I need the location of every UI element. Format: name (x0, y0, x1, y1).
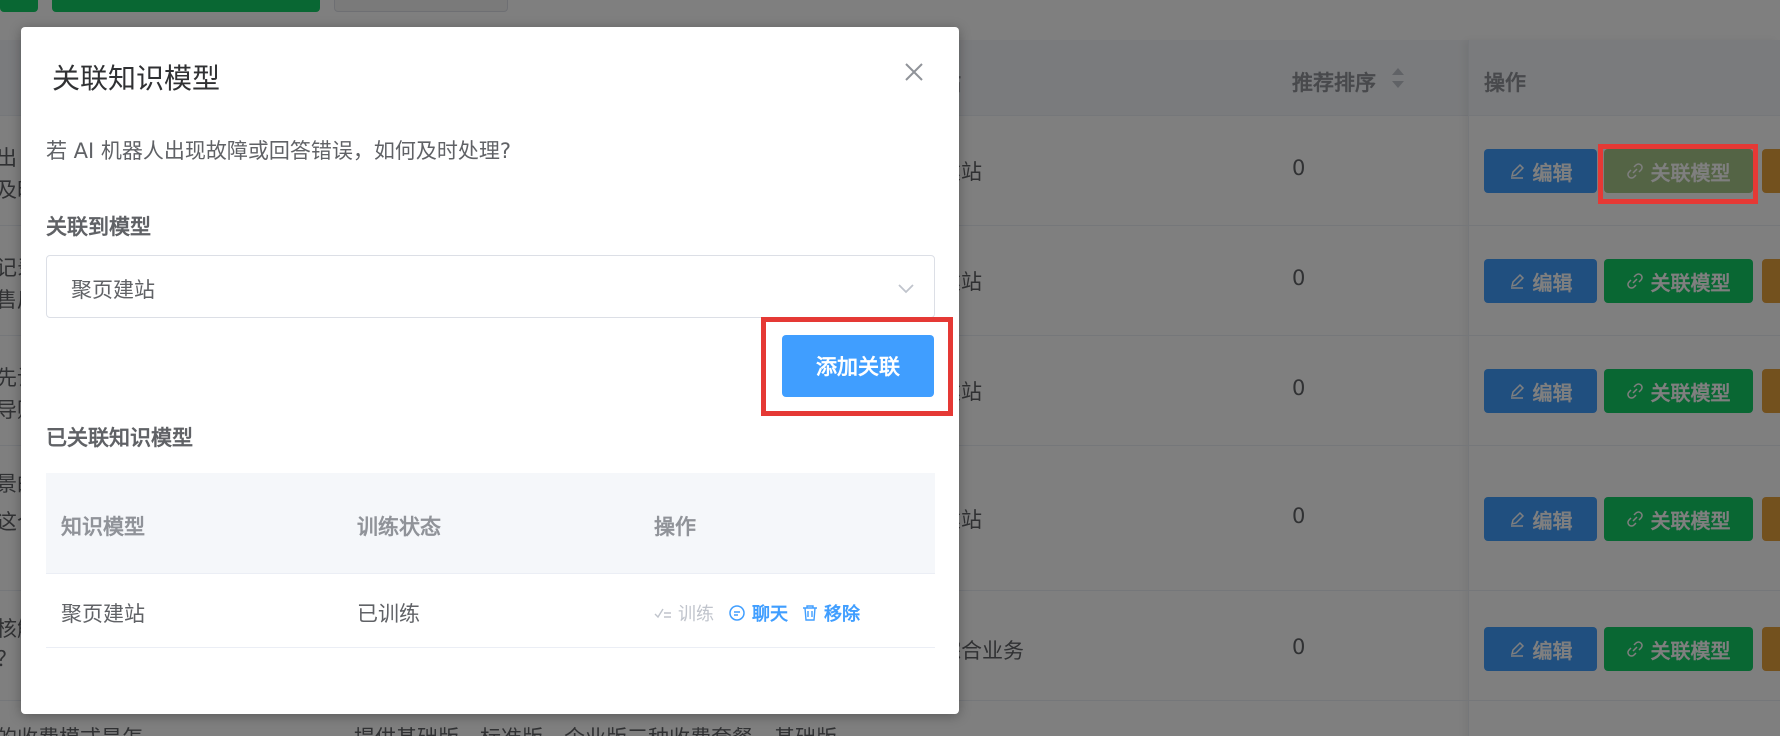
remove-action[interactable]: 移除 (802, 600, 860, 626)
chat-action[interactable]: 聊天 (728, 600, 788, 626)
linked-models-table: 知识模型 训练状态 操作 聚页建站 已训练 训练 聊天 移除 (46, 473, 935, 648)
model-select[interactable]: 聚页建站 (46, 255, 935, 318)
close-icon[interactable] (903, 61, 925, 83)
column-header-model: 知识模型 (61, 515, 145, 539)
train-action: 训练 (654, 600, 714, 626)
train-icon (654, 608, 671, 619)
column-header-actions: 操作 (654, 515, 696, 539)
link-model-dialog: 关联知识模型 若 AI 机器人出现故障或回答错误，如何及时处理? 关联到模型 聚… (21, 27, 959, 714)
linked-models-label: 已关联知识模型 (46, 426, 193, 450)
table-row: 聚页建站 已训练 训练 聊天 移除 (46, 574, 935, 648)
model-cell: 聚页建站 (61, 602, 145, 626)
table-header: 知识模型 训练状态 操作 (46, 473, 935, 574)
question-text: 若 AI 机器人出现故障或回答错误，如何及时处理? (46, 139, 512, 163)
status-cell: 已训练 (357, 602, 420, 626)
highlight-box (761, 317, 953, 416)
chat-label: 聊天 (752, 604, 788, 625)
highlight-box (1598, 144, 1758, 204)
chevron-down-icon (898, 284, 914, 294)
model-select-value: 聚页建站 (71, 278, 155, 302)
trash-icon (803, 605, 817, 621)
column-header-status: 训练状态 (357, 515, 441, 539)
row-actions: 训练 聊天 移除 (654, 600, 874, 626)
train-label: 训练 (678, 604, 714, 625)
dialog-title: 关联知识模型 (52, 62, 221, 95)
remove-label: 移除 (824, 604, 860, 625)
link-to-model-label: 关联到模型 (46, 215, 151, 239)
chat-icon (729, 605, 745, 621)
